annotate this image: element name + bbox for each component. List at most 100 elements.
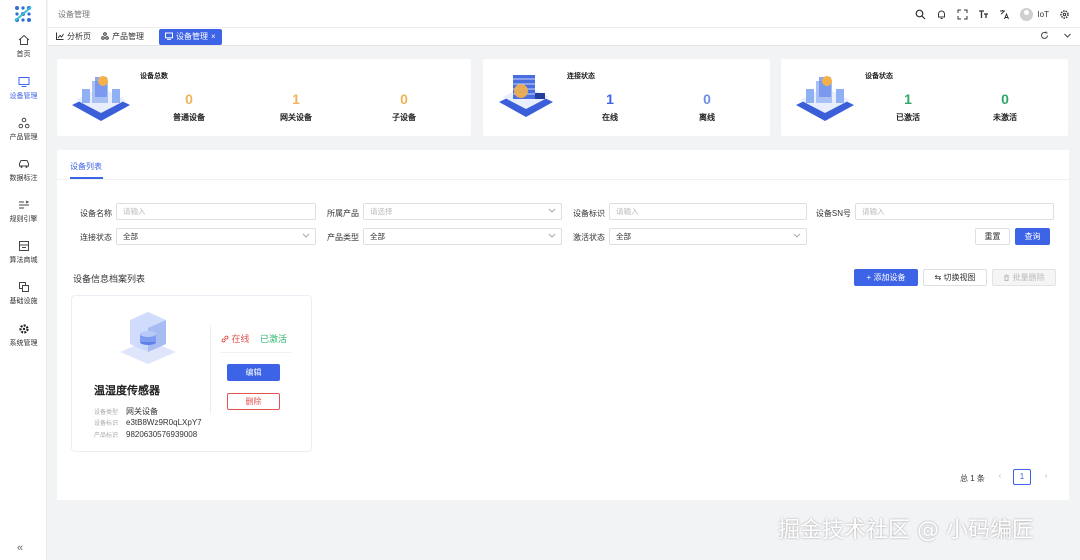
sidebar-item-infra[interactable]: 基础设施 <box>0 281 47 321</box>
device-info-value: e3tB8Wz9R0qLXpY7 <box>126 418 202 427</box>
tab-label: 产品管理 <box>112 32 144 41</box>
device-card[interactable]: 温湿度传感器 设备类型 网关设备 设备标识 e3tB8Wz9R0qLXpY7 产品标… <box>71 295 312 452</box>
stat-title: 连接状态 <box>567 73 595 80</box>
sidebar: 首页 设备管理 产品管理 数据标注 规则引擎 算法商城 基础设施 系统管理 « <box>0 0 47 560</box>
page-1-button[interactable]: 1 <box>1013 469 1031 485</box>
avatar[interactable] <box>1020 7 1034 21</box>
sidebar-item-devices[interactable]: 设备管理 <box>0 76 47 116</box>
stat-card-device-state: 设备状态 1 已激活 0 未激活 <box>781 59 1068 136</box>
device-name: 温湿度传感器 <box>94 385 160 397</box>
chevron-down-icon <box>793 233 801 238</box>
stat-title: 设备总数 <box>140 73 168 80</box>
conn-state-select[interactable]: 全部 <box>116 228 316 245</box>
tab-products[interactable]: 产品管理 <box>95 29 150 45</box>
gear-icon <box>18 324 29 334</box>
tab-analysis[interactable]: 分析页 <box>50 29 97 45</box>
device-server-illustration-icon <box>72 76 130 121</box>
query-button[interactable]: 查询 <box>1015 228 1050 245</box>
fullscreen-icon[interactable] <box>957 9 968 20</box>
edit-button[interactable]: 编辑 <box>227 364 280 381</box>
add-device-button[interactable]: + 添加设备 <box>854 269 918 286</box>
prev-page-button[interactable]: ‹ <box>991 469 1009 485</box>
chevron-down-icon <box>548 208 556 213</box>
batch-delete-label: 批量删除 <box>1012 273 1045 282</box>
product-select[interactable]: 请选择 <box>363 203 562 220</box>
sidebar-item-products[interactable]: 产品管理 <box>0 117 47 157</box>
device-id-input[interactable]: 请输入 <box>609 203 807 220</box>
link-icon <box>221 335 229 343</box>
sidebar-item-label: 基础设施 <box>9 298 38 305</box>
device-info-key: 设备标识 <box>94 421 119 427</box>
close-tab-icon[interactable]: × <box>211 32 216 41</box>
monitor-icon <box>18 77 29 87</box>
product-type-select[interactable]: 全部 <box>363 228 562 245</box>
batch-delete-button[interactable]: 批量删除 <box>992 269 1056 286</box>
watermark: 掘金技术社区 @ 小码编匠 <box>778 518 1034 543</box>
store-icon <box>18 241 29 251</box>
sidebar-item-home[interactable]: 首页 <box>0 34 47 74</box>
page-tabs-bar: 分析页 产品管理 设备管理 × <box>48 28 1080 46</box>
tab-device-list[interactable]: 设备列表 <box>70 161 102 172</box>
next-page-button[interactable]: › <box>1037 469 1055 485</box>
sidebar-item-system[interactable]: 系统管理 <box>0 323 47 363</box>
active-state-select[interactable]: 全部 <box>609 228 807 245</box>
search-icon[interactable] <box>915 9 926 20</box>
chevron-down-icon <box>302 233 310 238</box>
device-state-illustration-icon <box>796 76 854 121</box>
tab-devices[interactable]: 设备管理 × <box>159 29 222 45</box>
tab-divider <box>57 179 1069 180</box>
stat-value-activated: 1 <box>904 91 912 107</box>
collapse-sidebar-button[interactable]: « <box>17 542 23 554</box>
tab-label: 设备管理 <box>176 32 208 41</box>
translate-icon[interactable] <box>999 9 1010 20</box>
activated-status: 已激活 <box>260 334 288 344</box>
app-logo-icon[interactable] <box>13 5 33 23</box>
sn-label: 设备SN号 <box>815 209 851 218</box>
chart-icon <box>56 32 64 40</box>
sidebar-item-annotation[interactable]: 数据标注 <box>0 158 47 198</box>
conn-state-value: 全部 <box>123 232 138 241</box>
sidebar-item-label: 系统管理 <box>9 340 38 347</box>
status-divider <box>221 352 291 353</box>
monitor-icon <box>165 32 173 40</box>
product-icon <box>101 32 109 40</box>
stat-card-total: 设备总数 0 普通设备 1 网关设备 0 子设备 <box>57 59 471 136</box>
product-label: 所属产品 <box>327 209 359 218</box>
topbar: 设备管理 IoT <box>48 0 1080 28</box>
chevron-down-icon[interactable] <box>1063 31 1072 40</box>
reset-button[interactable]: 重置 <box>975 228 1010 245</box>
home-icon <box>18 34 29 45</box>
sidebar-item-label: 首页 <box>16 51 31 58</box>
device-list-panel: 设备列表 设备名称 请输入 所属产品 请选择 设备标识 请输入 设备SN号 请输… <box>57 150 1069 500</box>
sidebar-item-label: 产品管理 <box>9 134 38 141</box>
sidebar-item-store[interactable]: 算法商城 <box>0 240 47 280</box>
device-info-row: 产品标识 9820630576939008 <box>94 430 197 439</box>
device-info-key: 设备类型 <box>94 410 119 416</box>
pagination-total: 总 1 条 <box>960 474 985 483</box>
stat-value-normal: 0 <box>185 91 193 107</box>
font-size-icon[interactable] <box>978 9 989 20</box>
stat-value-gateway: 1 <box>292 91 300 107</box>
device-info-value: 网关设备 <box>126 407 158 416</box>
stat-label-normal: 普通设备 <box>173 113 205 122</box>
stat-label-gateway: 网关设备 <box>280 113 312 122</box>
sidebar-item-label: 设备管理 <box>9 93 38 100</box>
sidebar-item-label: 算法商城 <box>9 257 38 264</box>
device-id-label: 设备标识 <box>573 209 605 218</box>
online-label: 在线 <box>231 334 250 344</box>
sn-input[interactable]: 请输入 <box>855 203 1054 220</box>
delete-button[interactable]: 删除 <box>227 393 280 410</box>
product-select-placeholder: 请选择 <box>370 207 393 216</box>
product-type-value: 全部 <box>370 232 385 241</box>
settings-icon[interactable] <box>1059 9 1070 20</box>
refresh-icon[interactable] <box>1040 31 1049 40</box>
active-state-label: 激活状态 <box>573 233 605 242</box>
stat-value-offline: 0 <box>703 91 711 107</box>
bell-icon[interactable] <box>936 9 947 20</box>
stat-label-online: 在线 <box>602 113 618 122</box>
sidebar-item-rules[interactable]: 规则引擎 <box>0 199 47 239</box>
car-icon <box>18 160 29 168</box>
device-name-input[interactable]: 请输入 <box>116 203 316 220</box>
user-name[interactable]: IoT <box>1037 10 1049 19</box>
switch-view-button[interactable]: ⇆ 切换视图 <box>923 269 987 286</box>
